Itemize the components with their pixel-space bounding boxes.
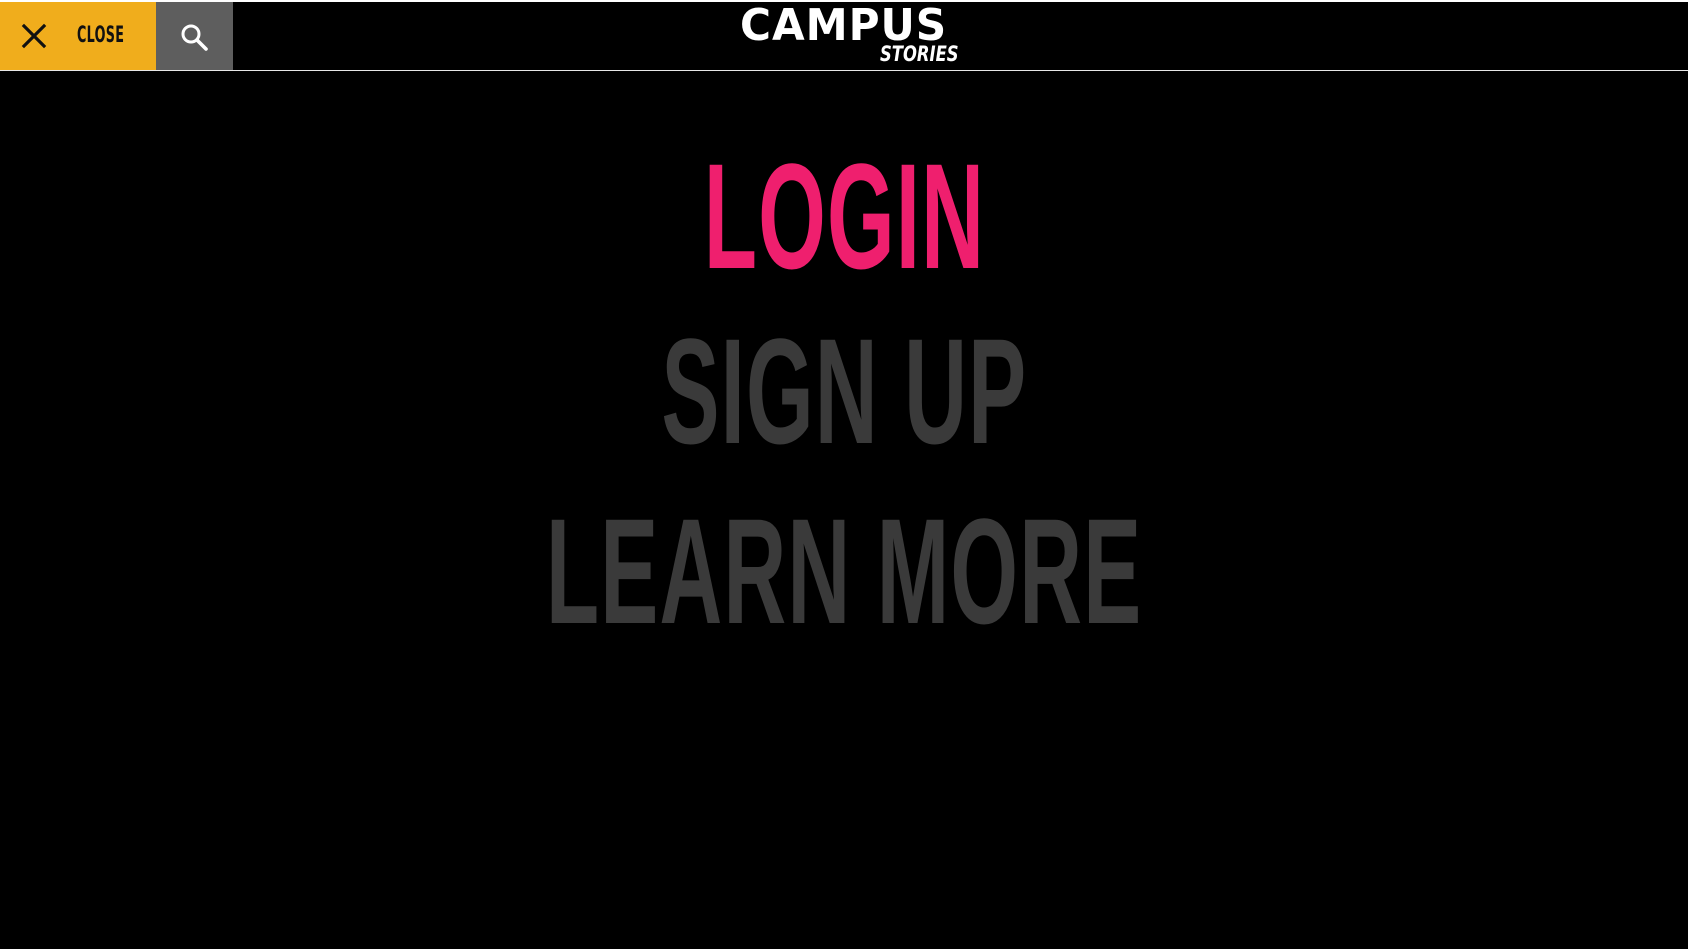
close-label: CLOSE xyxy=(77,23,125,48)
menu-item-learn-more[interactable]: LEARN MORE xyxy=(0,496,1688,646)
close-icon xyxy=(21,23,47,49)
menu-item-login-label: LOGIN xyxy=(703,132,985,300)
search-icon xyxy=(181,24,208,51)
top-bar: CLOSE CAMPUS STORIES xyxy=(0,0,1688,71)
menu-item-sign-up[interactable]: SIGN UP xyxy=(0,316,1688,466)
logo-sub-text: STORIES xyxy=(880,42,959,66)
campus-stories-logo[interactable]: CAMPUS STORIES xyxy=(740,2,959,68)
menu-item-sign-up-label: SIGN UP xyxy=(661,307,1027,475)
menu-item-learn-more-label: LEARN MORE xyxy=(545,487,1143,655)
close-menu-button[interactable]: CLOSE xyxy=(0,2,156,70)
menu-item-login[interactable]: LOGIN xyxy=(0,141,1688,291)
search-button[interactable] xyxy=(156,2,233,70)
